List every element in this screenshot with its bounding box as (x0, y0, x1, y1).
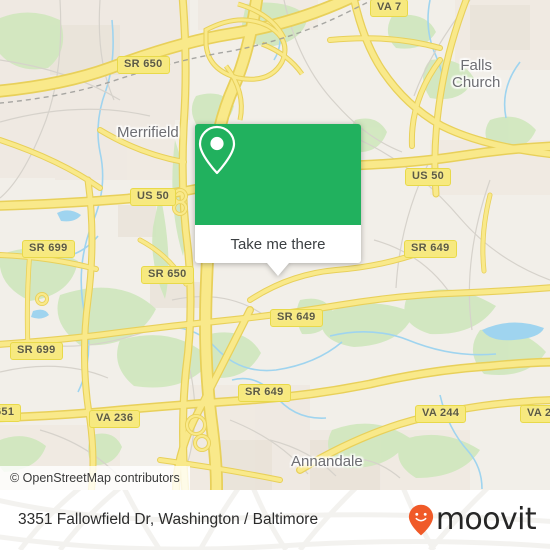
bottom-info-bar: 3351 Fallowfield Dr, Washington / Baltim… (0, 490, 550, 550)
road-shield-sr699-s[interactable]: SR 699 (10, 342, 63, 360)
road-shield-sr699-n[interactable]: SR 699 (22, 240, 75, 258)
location-popup-card[interactable]: Take me there (195, 124, 361, 276)
road-shield-us50-e[interactable]: US 50 (405, 168, 452, 186)
place-label-falls-church-line1: Falls (460, 57, 493, 74)
place-label-falls-church-line2: Church (452, 74, 501, 91)
popup-pointer (267, 263, 289, 276)
take-me-there-button[interactable]: Take me there (195, 225, 361, 263)
moovit-map-screenshot: VA 7 SR 650 US 50 US 50 SR 699 SR 649 SR… (0, 0, 550, 550)
osm-attribution[interactable]: © OpenStreetMap contributors (0, 466, 190, 490)
road-shield-va7[interactable]: VA 7 (370, 0, 409, 17)
road-shield-sr650-s[interactable]: SR 650 (141, 266, 194, 284)
map-pin-icon (198, 125, 236, 175)
moovit-wordmark: moovit (435, 502, 537, 537)
moovit-pin-smiley-icon (408, 504, 433, 536)
road-shield-va236[interactable]: VA 236 (89, 410, 141, 428)
road-shield-651[interactable]: 651 (0, 404, 22, 422)
road-shield-va244[interactable]: VA 244 (415, 405, 467, 423)
road-shield-va2[interactable]: VA 2 (520, 405, 550, 423)
osm-attribution-text: © OpenStreetMap contributors (10, 471, 180, 485)
place-label-merrifield: Merrifield (117, 124, 179, 141)
road-shield-sr649-c[interactable]: SR 649 (270, 309, 323, 327)
road-shield-us50-w[interactable]: US 50 (130, 188, 177, 206)
moovit-logo[interactable]: moovit (408, 502, 537, 537)
place-label-falls-church: Falls Church (452, 57, 500, 91)
address-text: 3351 Fallowfield Dr, Washington / Baltim… (18, 511, 319, 528)
road-shield-sr649-e[interactable]: SR 649 (404, 240, 457, 258)
road-shield-sr649-s[interactable]: SR 649 (238, 384, 291, 402)
place-label-annandale: Annandale (291, 453, 363, 470)
map-canvas[interactable]: VA 7 SR 650 US 50 US 50 SR 699 SR 649 SR… (0, 0, 550, 490)
popup-header (195, 124, 361, 225)
road-shield-sr650-n[interactable]: SR 650 (117, 56, 170, 74)
